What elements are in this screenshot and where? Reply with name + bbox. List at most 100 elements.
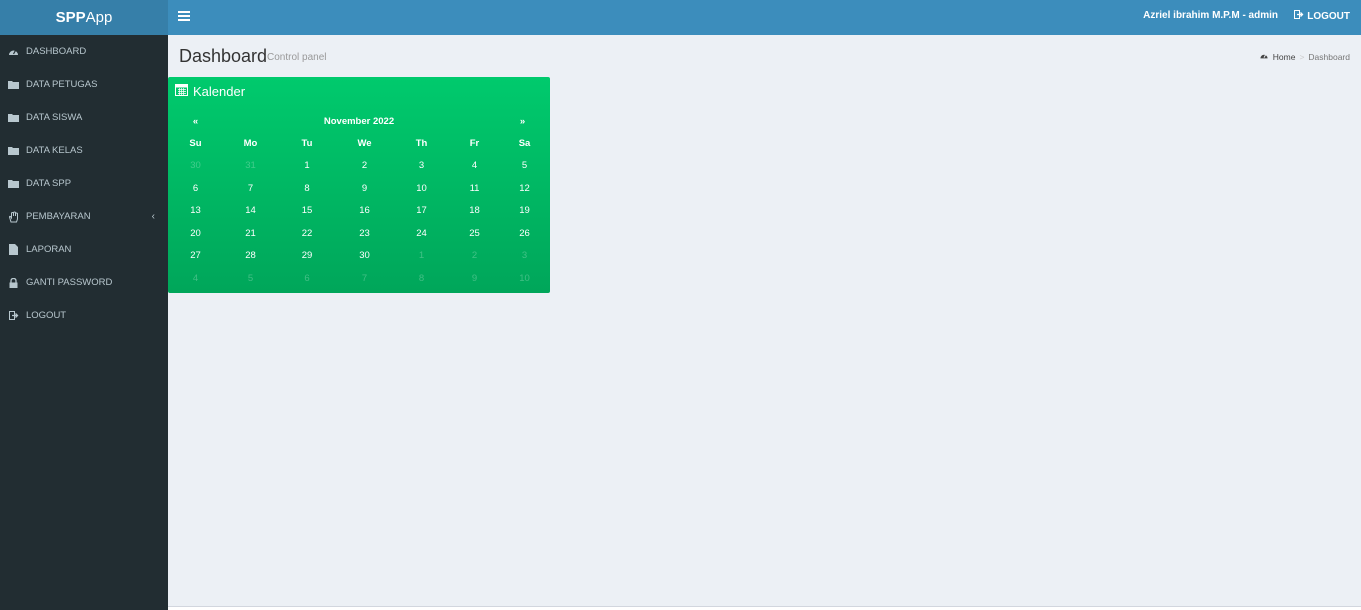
calendar-day[interactable]: 19 xyxy=(499,205,550,216)
calendar-day[interactable]: 30 xyxy=(336,250,393,261)
sidebar-item-data-spp[interactable]: DATA SPP xyxy=(0,167,168,200)
calendar-days: 30 31 1 2 3 4 5 6 7 8 9 10 11 12 13 14 15 16 17 18 19 20 21 22 2… xyxy=(168,155,550,290)
sidebar-item-label: DATA SPP xyxy=(26,178,72,189)
calendar-day[interactable]: 9 xyxy=(336,183,393,194)
hand-icon xyxy=(8,211,19,222)
breadcrumb: Home > Dashboard xyxy=(1259,52,1350,62)
breadcrumb-home-link[interactable]: Home xyxy=(1273,52,1296,62)
sidebar-item-label: DATA KELAS xyxy=(26,145,83,156)
content-header: Dashboard Control panel Home > Dashboard xyxy=(168,35,1361,75)
calendar-day[interactable]: 10 xyxy=(393,183,450,194)
calendar-day-other-month[interactable]: 8 xyxy=(393,273,450,284)
breadcrumb-current: Dashboard xyxy=(1308,52,1350,62)
calendar-title: Kalender xyxy=(193,83,246,99)
footer xyxy=(168,606,1361,610)
weekday-header: Tu xyxy=(301,137,313,149)
month-switch[interactable]: November 2022 xyxy=(223,116,495,127)
calendar-day[interactable]: 20 xyxy=(168,228,223,239)
folder-icon xyxy=(8,112,19,123)
calendar-day-other-month[interactable]: 6 xyxy=(278,273,336,284)
datepicker: « November 2022 » Su Mo Tu We Th Fr Sa 30 31 1 2 3… xyxy=(168,110,550,290)
page-title: Dashboard xyxy=(179,46,268,66)
sidebar-item-pembayaran[interactable]: PEMBAYARAN ‹ xyxy=(0,200,168,233)
calendar-day[interactable]: 11 xyxy=(450,183,499,194)
week-row: 4 5 6 7 8 9 10 xyxy=(168,267,550,290)
user-menu[interactable]: Azriel ibrahim M.P.M - admin xyxy=(1143,10,1278,21)
sidebar-toggle-icon[interactable] xyxy=(178,9,190,23)
weekday-header: Fr xyxy=(469,137,480,149)
weekday-header: Sa xyxy=(518,137,531,149)
lock-icon xyxy=(8,277,19,288)
week-row: 6 7 8 9 10 11 12 xyxy=(168,177,550,200)
breadcrumb-separator: > xyxy=(1299,52,1305,62)
weekday-header: Su xyxy=(189,137,202,149)
sidebar-item-label: PEMBAYARAN xyxy=(26,211,91,222)
sidebar-item-label: LOGOUT xyxy=(26,310,67,321)
calendar-day[interactable]: 5 xyxy=(499,160,550,171)
next-month-button[interactable]: » xyxy=(495,116,550,127)
calendar-day[interactable]: 6 xyxy=(168,183,223,194)
calendar-day-other-month[interactable]: 5 xyxy=(223,273,278,284)
calendar-day[interactable]: 17 xyxy=(393,205,450,216)
sidebar-item-label: DATA SISWA xyxy=(26,112,83,123)
calendar-day-other-month[interactable]: 9 xyxy=(450,273,499,284)
calendar-day[interactable]: 13 xyxy=(168,205,223,216)
calendar-day-other-month[interactable]: 7 xyxy=(336,273,393,284)
calendar-day[interactable]: 2 xyxy=(336,160,393,171)
calendar-day-other-month[interactable]: 31 xyxy=(223,160,278,171)
calendar-day[interactable]: 18 xyxy=(450,205,499,216)
calendar-day[interactable]: 7 xyxy=(223,183,278,194)
calendar-day[interactable]: 21 xyxy=(223,228,278,239)
calendar-day[interactable]: 4 xyxy=(450,160,499,171)
chevron-left-icon: ‹ xyxy=(151,211,155,222)
weekday-header: Mo xyxy=(243,137,258,149)
weekday-row: Su Mo Tu We Th Fr Sa xyxy=(168,132,550,155)
sidebar-item-label: DATA PETUGAS xyxy=(26,79,98,90)
calendar-day[interactable]: 24 xyxy=(393,228,450,239)
sidebar-item-data-siswa[interactable]: DATA SISWA xyxy=(0,101,168,134)
page-subtitle: Control panel xyxy=(267,52,327,63)
week-row: 27 28 29 30 1 2 3 xyxy=(168,245,550,268)
calendar-day[interactable]: 1 xyxy=(278,160,336,171)
sidebar-item-data-kelas[interactable]: DATA KELAS xyxy=(0,134,168,167)
calendar-day-other-month[interactable]: 10 xyxy=(499,273,550,284)
calendar-day[interactable]: 23 xyxy=(336,228,393,239)
calendar-day-other-month[interactable]: 30 xyxy=(168,160,223,171)
dashboard-icon xyxy=(1259,52,1269,62)
sidebar-item-ganti-password[interactable]: GANTI PASSWORD xyxy=(0,266,168,299)
weekday-header: Th xyxy=(415,137,428,149)
calendar-day-other-month[interactable]: 3 xyxy=(499,250,550,261)
calendar-box: Kalender « November 2022 » Su Mo Tu We Th Fr S… xyxy=(168,77,550,293)
calendar-day[interactable]: 8 xyxy=(278,183,336,194)
datepicker-header: « November 2022 » xyxy=(168,110,550,132)
week-row: 13 14 15 16 17 18 19 xyxy=(168,200,550,223)
sidebar-item-laporan[interactable]: LAPORAN xyxy=(0,233,168,266)
calendar-day[interactable]: 27 xyxy=(168,250,223,261)
prev-month-button[interactable]: « xyxy=(168,116,223,127)
sidebar-item-label: LAPORAN xyxy=(26,244,72,255)
calendar-day[interactable]: 29 xyxy=(278,250,336,261)
calendar-day-other-month[interactable]: 1 xyxy=(393,250,450,261)
sidebar-item-label: GANTI PASSWORD xyxy=(26,277,113,288)
calendar-day[interactable]: 26 xyxy=(499,228,550,239)
calendar-day[interactable]: 28 xyxy=(223,250,278,261)
calendar-day[interactable]: 16 xyxy=(336,205,393,216)
sidebar-item-logout[interactable]: LOGOUT xyxy=(0,299,168,332)
sidebar: DASHBOARD DATA PETUGAS DATA SISWA DATA K… xyxy=(0,35,168,610)
week-row: 30 31 1 2 3 4 5 xyxy=(168,155,550,178)
sidebar-item-dashboard[interactable]: DASHBOARD xyxy=(0,35,168,68)
header-logout-button[interactable]: LOGOUT xyxy=(1294,10,1350,22)
calendar-day[interactable]: 12 xyxy=(499,183,550,194)
calendar-day-other-month[interactable]: 2 xyxy=(450,250,499,261)
sign-out-icon xyxy=(8,310,19,321)
calendar-day[interactable]: 14 xyxy=(223,205,278,216)
weekday-header: We xyxy=(357,137,372,149)
calendar-day-other-month[interactable]: 4 xyxy=(168,273,223,284)
calendar-day[interactable]: 25 xyxy=(450,228,499,239)
calendar-day[interactable]: 3 xyxy=(393,160,450,171)
calendar-day[interactable]: 15 xyxy=(278,205,336,216)
sidebar-item-data-petugas[interactable]: DATA PETUGAS xyxy=(0,68,168,101)
app-logo[interactable]: SPP App xyxy=(0,0,168,35)
calendar-day[interactable]: 22 xyxy=(278,228,336,239)
folder-icon xyxy=(8,178,19,189)
